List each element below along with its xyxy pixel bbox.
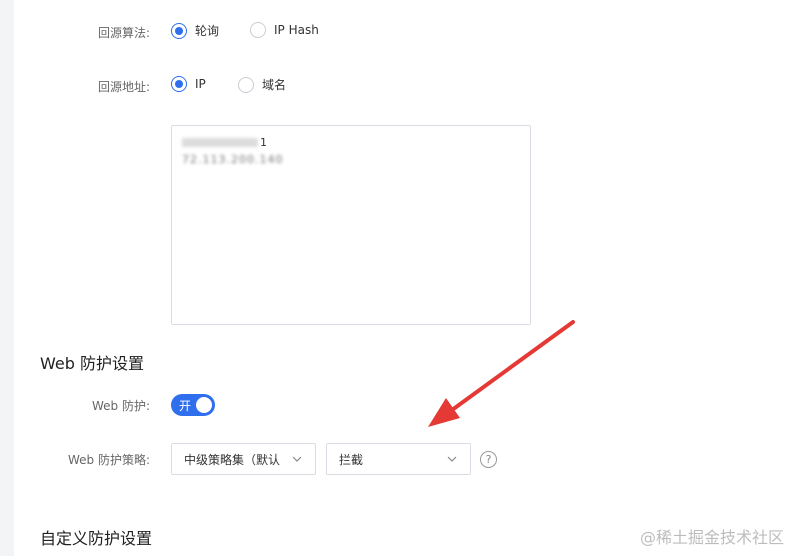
watermark: @稀土掘金技术社区 — [639, 528, 784, 547]
annotation-arrow-icon — [428, 320, 575, 427]
